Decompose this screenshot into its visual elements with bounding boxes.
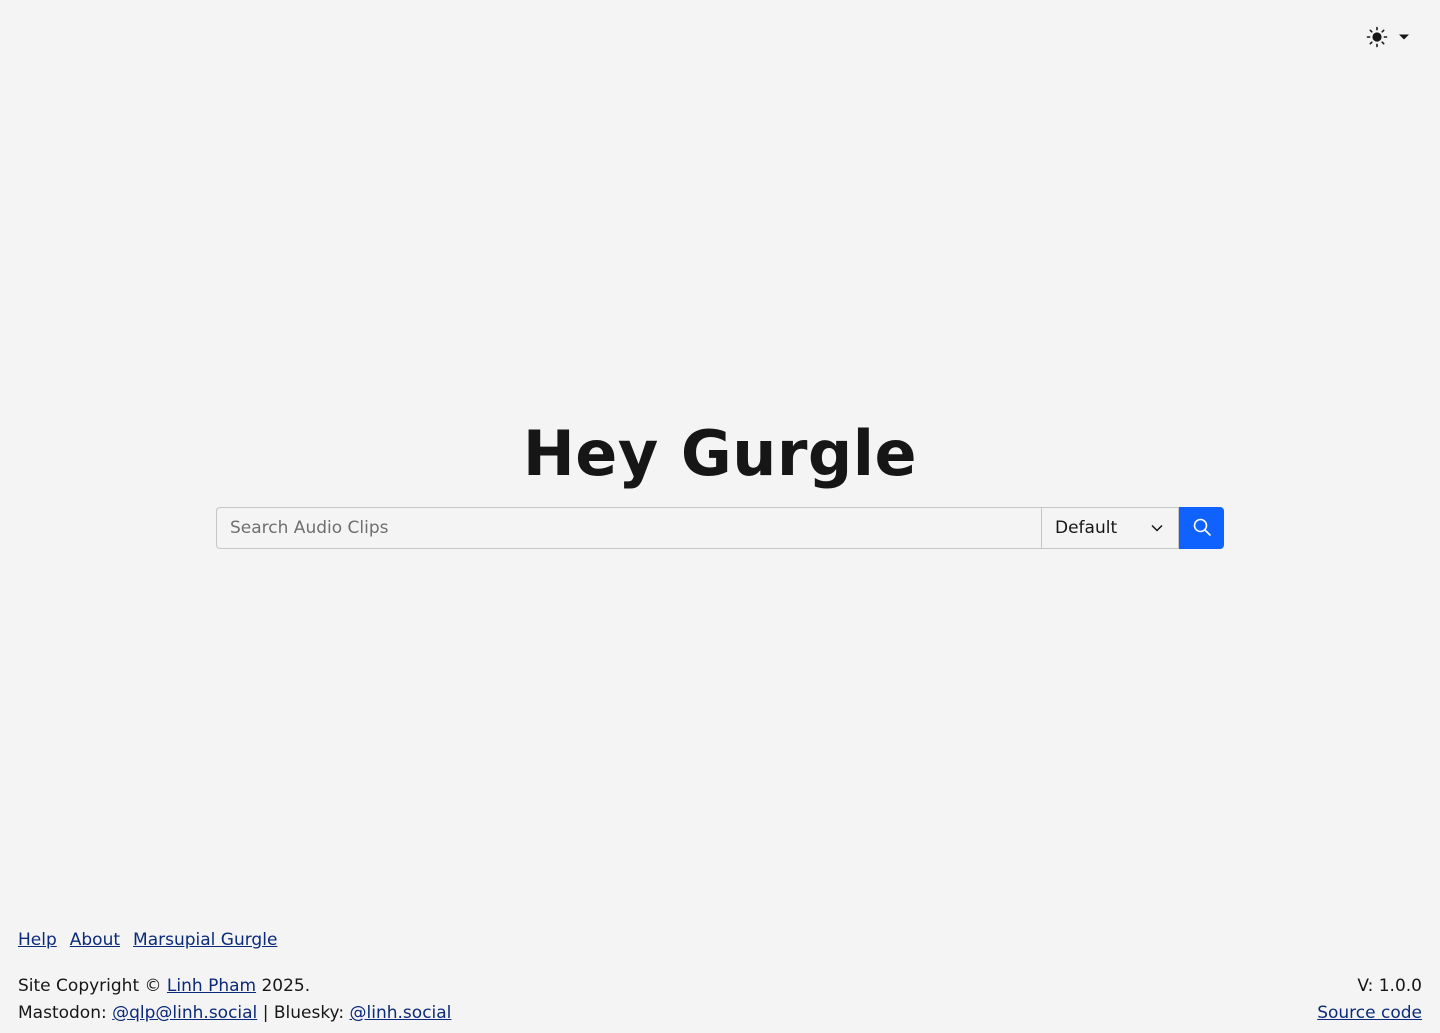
search-input[interactable] (216, 507, 1041, 549)
caret-down-icon (1398, 33, 1410, 41)
help-link[interactable]: Help (18, 930, 57, 950)
theme-toggle[interactable] (1366, 26, 1410, 48)
bluesky-label: Bluesky: (273, 1003, 345, 1023)
search-mode-select[interactable]: Default (1041, 507, 1179, 549)
search-mode-value: Default (1055, 518, 1118, 538)
mastodon-label: Mastodon: (18, 1003, 107, 1023)
search-bar: Default (216, 507, 1224, 549)
search-button[interactable] (1179, 507, 1224, 549)
copyright-line: Site Copyright © Linh Pham 2025. (18, 973, 451, 1000)
source-code-link[interactable]: Source code (1317, 1003, 1422, 1023)
sun-icon (1366, 26, 1388, 48)
footer-links: Help About Marsupial Gurgle (18, 930, 277, 950)
about-link[interactable]: About (70, 930, 120, 950)
footer-credits: Site Copyright © Linh Pham 2025. Mastodo… (18, 973, 451, 1027)
copyright-year: 2025. (261, 976, 311, 996)
chevron-down-icon (1150, 518, 1164, 538)
marsupial-gurgle-link[interactable]: Marsupial Gurgle (133, 930, 277, 950)
author-link[interactable]: Linh Pham (167, 976, 256, 996)
copyright-prefix: Site Copyright © (18, 976, 162, 996)
social-line: Mastodon: @qlp@linh.social | Bluesky: @l… (18, 1000, 451, 1027)
bluesky-link[interactable]: @linh.social (350, 1003, 452, 1023)
mastodon-link[interactable]: @qlp@linh.social (112, 1003, 257, 1023)
page-title: Hey Gurgle (522, 417, 918, 490)
footer-version: V: 1.0.0 Source code (1317, 973, 1422, 1027)
version-text: V: 1.0.0 (1357, 976, 1422, 996)
separator: | (262, 1003, 269, 1023)
search-icon (1192, 517, 1212, 540)
